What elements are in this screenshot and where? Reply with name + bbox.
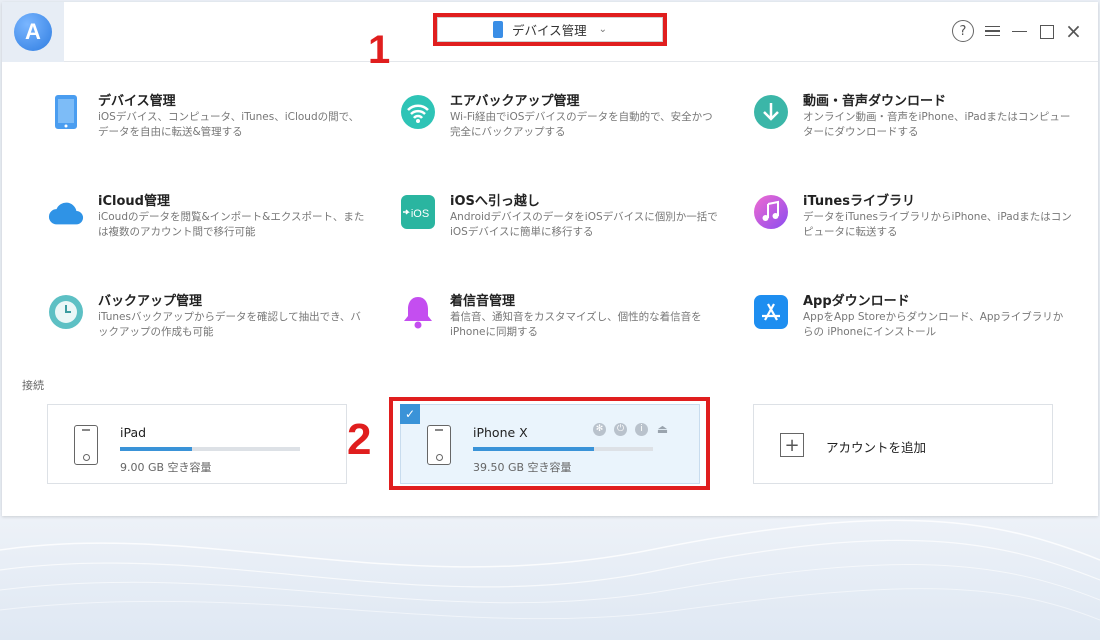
title-bar: A デバイス管理 ⌄ ? × bbox=[2, 2, 1098, 62]
feature-title: iTunesライブラリ bbox=[803, 194, 915, 209]
device-name: iPad bbox=[120, 425, 147, 440]
window-controls: ? × bbox=[952, 20, 1082, 42]
feature-desc: Wi-Fi経由でiOSデバイスのデータを自動的で、安全かつ完全にバックアップする bbox=[450, 111, 713, 138]
plus-icon: + bbox=[780, 433, 804, 457]
connection-section-label: 接続 bbox=[22, 379, 44, 392]
feature-desc: iTunesバックアップからデータを確認して抽出でき、バックアップの作成も可能 bbox=[98, 311, 361, 338]
app-store-icon bbox=[753, 294, 789, 330]
device-selector-label: デバイス管理 bbox=[511, 23, 587, 38]
feature-title: 着信音管理 bbox=[450, 294, 516, 309]
add-account-label: アカウントを追加 bbox=[826, 440, 927, 455]
feature-itunes-library[interactable]: iTunesライブラリ データをiTunesライブラリからiPhone、iPad… bbox=[753, 190, 1073, 260]
wifi-backup-icon bbox=[400, 94, 436, 130]
feature-desc: オンライン動画・音声をiPhone、iPadまたはコンピューターにダウンロードす… bbox=[803, 111, 1071, 138]
menu-button[interactable] bbox=[984, 23, 1001, 40]
device-capacity: 9.00 GB 空き容量 bbox=[120, 461, 212, 474]
feature-title: デバイス管理 bbox=[98, 94, 176, 109]
ios-transfer-icon: iOS bbox=[400, 194, 436, 230]
feature-desc: AndroidデバイスのデータをiOSデバイスに個別か一括でiOSデバイスに簡単… bbox=[450, 211, 718, 238]
feature-title: iOSへ引っ越し bbox=[450, 194, 540, 209]
cloud-icon bbox=[48, 194, 84, 230]
phone-icon bbox=[48, 94, 84, 130]
maximize-button[interactable] bbox=[1038, 23, 1055, 40]
device-card-ipad[interactable]: iPad 9.00 GB 空き容量 bbox=[47, 404, 347, 484]
backup-clock-icon bbox=[48, 294, 84, 330]
minimize-button[interactable] bbox=[1011, 23, 1028, 40]
feature-ringtone-manager[interactable]: 着信音管理 着信音、通知音をカスタマイズし、個性的な着信音をiPhoneに同期す… bbox=[400, 290, 720, 360]
device-phone-icon bbox=[74, 425, 98, 465]
bell-icon bbox=[400, 294, 436, 330]
music-icon bbox=[753, 194, 789, 230]
annotation-highlight-frame bbox=[389, 397, 710, 490]
device-manager-dropdown[interactable]: デバイス管理 ⌄ bbox=[433, 13, 667, 46]
svg-text:iOS: iOS bbox=[411, 208, 429, 220]
help-button[interactable]: ? bbox=[952, 20, 974, 42]
feature-desc: 着信音、通知音をカスタマイズし、個性的な着信音をiPhoneに同期する bbox=[450, 311, 702, 338]
app-logo: A bbox=[2, 2, 64, 62]
feature-desc: iCoudのデータを閲覧&インポート&エクスポート、または複数のアカウント間で移… bbox=[98, 211, 365, 238]
feature-device-manager[interactable]: デバイス管理 iOSデバイス、コンピュータ、iTunes、iCloudの間で、デ… bbox=[48, 90, 368, 160]
annotation-number-2: 2 bbox=[347, 415, 372, 464]
close-button[interactable]: × bbox=[1065, 21, 1082, 41]
feature-title: 動画・音声ダウンロード bbox=[803, 94, 947, 109]
download-icon bbox=[753, 94, 789, 130]
feature-air-backup[interactable]: エアバックアップ管理 Wi-Fi経由でiOSデバイスのデータを自動的で、安全かつ… bbox=[400, 90, 720, 160]
storage-bar bbox=[120, 447, 300, 451]
chevron-down-icon: ⌄ bbox=[598, 24, 608, 35]
feature-title: Appダウンロード bbox=[803, 294, 910, 309]
feature-move-to-ios[interactable]: iOS iOSへ引っ越し AndroidデバイスのデータをiOSデバイスに個別か… bbox=[400, 190, 720, 260]
add-account-card[interactable]: + アカウントを追加 bbox=[753, 404, 1053, 484]
feature-title: エアバックアップ管理 bbox=[450, 94, 580, 109]
feature-backup-manager[interactable]: バックアップ管理 iTunesバックアップからデータを確認して抽出でき、バックア… bbox=[48, 290, 368, 360]
feature-desc: AppをApp Storeからダウンロード、Appライブラリからの iPhone… bbox=[803, 311, 1064, 338]
annotation-number-1: 1 bbox=[368, 28, 391, 72]
feature-video-audio-download[interactable]: 動画・音声ダウンロード オンライン動画・音声をiPhone、iPadまたはコンピ… bbox=[753, 90, 1073, 160]
feature-desc: iOSデバイス、コンピュータ、iTunes、iCloudの間で、データを自由に転… bbox=[98, 111, 360, 138]
feature-title: バックアップ管理 bbox=[98, 294, 203, 309]
feature-title: iCloud管理 bbox=[98, 194, 170, 209]
feature-app-download[interactable]: Appダウンロード AppをApp Storeからダウンロード、Appライブラリ… bbox=[753, 290, 1073, 360]
feature-icloud-manager[interactable]: iCloud管理 iCoudのデータを閲覧&インポート&エクスポート、または複数… bbox=[48, 190, 368, 260]
storage-bar-fill bbox=[120, 447, 192, 451]
anytrans-logo-icon: A bbox=[14, 13, 52, 51]
background-waves bbox=[0, 510, 1100, 640]
feature-desc: データをiTunesライブラリからiPhone、iPadまたはコンピュータに転送… bbox=[803, 211, 1072, 238]
phone-icon bbox=[492, 21, 503, 38]
